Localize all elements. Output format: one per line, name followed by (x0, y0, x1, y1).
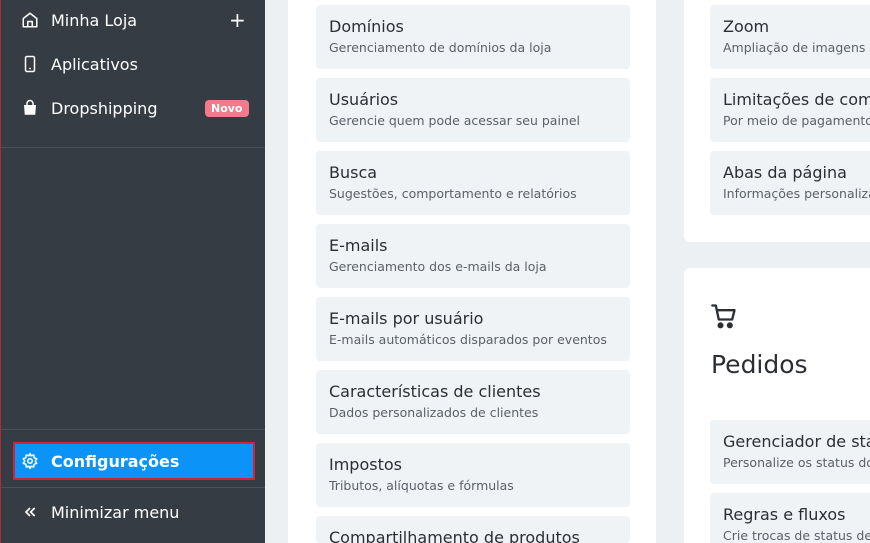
add-icon[interactable]: + (229, 10, 246, 30)
settings-card-emails-por-usuario[interactable]: E-mails por usuário E-mails automáticos … (316, 297, 630, 361)
settings-card-usuarios[interactable]: Usuários Gerencie quem pode acessar seu … (316, 78, 630, 142)
card-description: Gerencie quem pode acessar seu painel (329, 113, 581, 128)
settings-card-gerenciador-status[interactable]: Gerenciador de sta Personalize os status… (710, 420, 870, 484)
double-chevron-left-icon (21, 503, 39, 521)
settings-card-dominios[interactable]: Domínios Gerenciamento de domínios da lo… (316, 5, 630, 69)
new-badge: Novo (205, 99, 249, 117)
settings-card-zoom[interactable]: Zoom Ampliação de imagens (710, 5, 870, 69)
card-description: Dados personalizados de clientes (329, 405, 539, 420)
card-title: E-mails (329, 236, 388, 255)
sidebar-item-minha-loja[interactable]: Minha Loja + (1, 0, 265, 40)
settings-card-compartilhamento-produtos[interactable]: Compartilhamento de produtos (316, 516, 630, 543)
card-description: Gerenciamento dos e-mails da loja (329, 259, 547, 274)
shopping-bag-icon (21, 99, 39, 117)
store-icon (21, 11, 39, 29)
card-title: Busca (329, 163, 378, 182)
card-title: E-mails por usuário (329, 309, 484, 328)
sidebar-divider (1, 429, 265, 430)
settings-card-emails[interactable]: E-mails Gerenciamento dos e-mails da loj… (316, 224, 630, 288)
sidebar-item-dropshipping[interactable]: Dropshipping Novo (1, 88, 265, 128)
card-title: Gerenciador de sta (723, 432, 870, 451)
card-title: Abas da página (723, 163, 847, 182)
sidebar-divider (1, 487, 265, 488)
sidebar-item-aplicativos[interactable]: Aplicativos (1, 44, 265, 84)
sidebar-item-label: Minha Loja (51, 10, 138, 30)
sidebar: Minha Loja + Aplicativos Dropshipping No… (0, 0, 265, 543)
sidebar-item-configuracoes[interactable]: Configurações (13, 442, 255, 480)
section-title-pedidos: Pedidos (711, 350, 808, 379)
settings-card-regras-fluxos[interactable]: Regras e fluxos Crie trocas de status de… (710, 493, 870, 543)
card-description: Gerenciamento de domínios da loja (329, 40, 552, 55)
sidebar-item-label: Aplicativos (51, 54, 138, 74)
sidebar-item-label: Configurações (51, 451, 180, 471)
card-description: Sugestões, comportamento e relatórios (329, 186, 577, 201)
settings-card-abas-pagina[interactable]: Abas da página Informações personalizad (710, 151, 870, 215)
card-title: Zoom (723, 17, 770, 36)
card-description: Informações personalizad (723, 186, 870, 201)
card-title: Regras e fluxos (723, 505, 846, 524)
card-title: Usuários (329, 90, 399, 109)
settings-card-busca[interactable]: Busca Sugestões, comportamento e relatór… (316, 151, 630, 215)
card-description: Tributos, alíquotas e fórmulas (329, 478, 514, 493)
settings-card-caracteristicas-clientes[interactable]: Características de clientes Dados person… (316, 370, 630, 434)
minimize-menu-label: Minimizar menu (51, 502, 180, 522)
minimize-menu-button[interactable]: Minimizar menu (1, 492, 265, 532)
card-description: Ampliação de imagens (723, 40, 866, 55)
card-title: Impostos (329, 455, 402, 474)
gear-icon (21, 452, 39, 470)
card-title: Compartilhamento de produtos (329, 528, 580, 543)
card-title: Características de clientes (329, 382, 541, 401)
sidebar-item-label: Dropshipping (51, 98, 158, 118)
card-description: Crie trocas de status de f (723, 528, 870, 543)
card-description: E-mails automáticos disparados por event… (329, 332, 607, 347)
card-description: Por meio de pagamento o (723, 113, 870, 128)
card-description: Personalize os status dos (723, 455, 870, 470)
settings-card-impostos[interactable]: Impostos Tributos, alíquotas e fórmulas (316, 443, 630, 507)
card-title: Domínios (329, 17, 404, 36)
smartphone-icon (21, 55, 39, 73)
settings-card-limitacoes-compra[interactable]: Limitações de comp Por meio de pagamento… (710, 78, 870, 142)
cart-icon (710, 302, 738, 330)
sidebar-divider (1, 147, 265, 148)
card-title: Limitações de comp (723, 90, 870, 109)
